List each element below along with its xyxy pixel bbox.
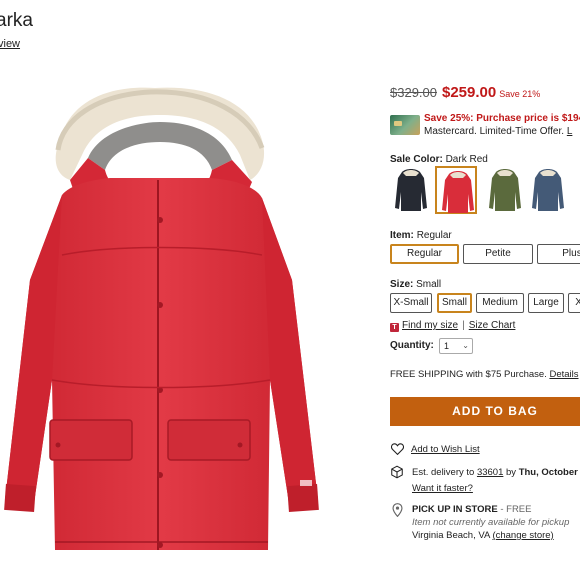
quantity-value: 1 xyxy=(444,341,450,351)
swatch-black[interactable] xyxy=(390,166,432,214)
change-store-link[interactable]: (change store) xyxy=(492,530,553,541)
find-my-size-link[interactable]: Find my size xyxy=(402,320,458,331)
size-option-x-small[interactable]: X-Small xyxy=(390,293,432,313)
add-to-wishlist-link[interactable]: Add to Wish List xyxy=(411,444,480,455)
save-percent: Save 21% xyxy=(499,89,541,99)
item-option-petite[interactable]: Petite xyxy=(463,244,533,264)
zip-code-link[interactable]: 33601 xyxy=(477,467,503,478)
promo-subtext: Mastercard. Limited-Time Offer. L xyxy=(424,126,572,137)
size-value: Small xyxy=(416,279,442,290)
size-label-row: Size: Small xyxy=(390,279,441,290)
add-to-bag-label: ADD TO BAG xyxy=(452,404,538,418)
package-icon xyxy=(391,465,403,479)
promo-learn-link[interactable]: L xyxy=(567,126,573,137)
size-chart-link[interactable]: Size Chart xyxy=(469,320,516,331)
promo-subtext-text: Mastercard. Limited-Time Offer. xyxy=(424,126,565,137)
credit-card-icon xyxy=(390,115,420,135)
product-image[interactable] xyxy=(0,80,330,560)
color-label-row: Sale Color: Dark Red xyxy=(390,154,488,165)
pickup-heading: PICK UP IN STORE - FREE xyxy=(412,504,531,515)
size-label: Size: xyxy=(390,279,414,290)
red-parka-thumb-icon xyxy=(442,171,474,213)
size-option-large[interactable]: Large xyxy=(528,293,564,313)
promo-headline: Save 25%: Purchase price is $194 xyxy=(424,113,580,124)
size-links: T Find my size | Size Chart xyxy=(390,320,515,332)
add-to-bag-button[interactable]: ADD TO BAG xyxy=(390,397,580,426)
item-option-plus[interactable]: Plus xyxy=(537,244,580,264)
size-option-medium[interactable]: Medium xyxy=(476,293,524,313)
swatch-olive[interactable] xyxy=(484,166,526,214)
blue-parka-thumb-icon xyxy=(532,169,564,211)
swatch-dark-red[interactable] xyxy=(435,166,477,214)
pickup-status: Item not currently available for pickup xyxy=(412,517,570,528)
size-option-small[interactable]: Small xyxy=(437,293,472,313)
quantity-label: Quantity: xyxy=(390,340,434,351)
shipping-text: FREE SHIPPING with $75 Purchase. xyxy=(390,369,547,380)
shipping-details-link[interactable]: Details xyxy=(549,369,578,380)
item-value: Regular xyxy=(416,230,452,241)
chevron-down-icon: ⌄ xyxy=(462,341,469,350)
quantity-row: Quantity: 1 ⌄ xyxy=(390,338,473,354)
store-name: Virginia Beach, VA xyxy=(412,530,490,541)
color-label: Sale Color: xyxy=(390,154,443,165)
location-pin-icon xyxy=(392,503,403,517)
olive-parka-thumb-icon xyxy=(489,169,521,211)
quantity-select[interactable]: 1 ⌄ xyxy=(439,338,473,354)
link-separator: | xyxy=(462,320,465,331)
price-row: $329.00 $259.00 Save 21% xyxy=(390,84,540,102)
size-option-x-large[interactable]: X-L xyxy=(568,293,580,313)
shipping-info: FREE SHIPPING with $75 Purchase. Details xyxy=(390,369,579,380)
delivery-prefix: Est. delivery to xyxy=(412,467,475,478)
red-parka-illustration xyxy=(4,87,319,550)
pickup-store: Virginia Beach, VA (change store) xyxy=(412,530,554,541)
want-it-faster-link[interactable]: Want it faster? xyxy=(412,483,473,494)
ruler-icon: T xyxy=(390,323,399,332)
original-price: $329.00 xyxy=(390,85,437,100)
item-option-regular[interactable]: Regular xyxy=(390,244,459,264)
sale-price: $259.00 xyxy=(442,84,497,101)
delivery-estimate: Est. delivery to 33601 by Thu, October xyxy=(412,467,578,478)
pickup-title: PICK UP IN STORE xyxy=(412,504,498,515)
pickup-free: - FREE xyxy=(500,504,532,515)
reviews-link[interactable]: view xyxy=(0,38,20,50)
product-title: arka xyxy=(0,10,33,31)
color-value: Dark Red xyxy=(445,154,488,165)
black-parka-thumb-icon xyxy=(395,169,427,211)
delivery-by: by xyxy=(506,467,517,478)
item-label: Item: xyxy=(390,230,414,241)
heart-icon xyxy=(391,443,404,455)
item-label-row: Item: Regular xyxy=(390,230,452,241)
delivery-date: Thu, October xyxy=(518,467,578,478)
swatch-blue[interactable] xyxy=(527,166,569,214)
